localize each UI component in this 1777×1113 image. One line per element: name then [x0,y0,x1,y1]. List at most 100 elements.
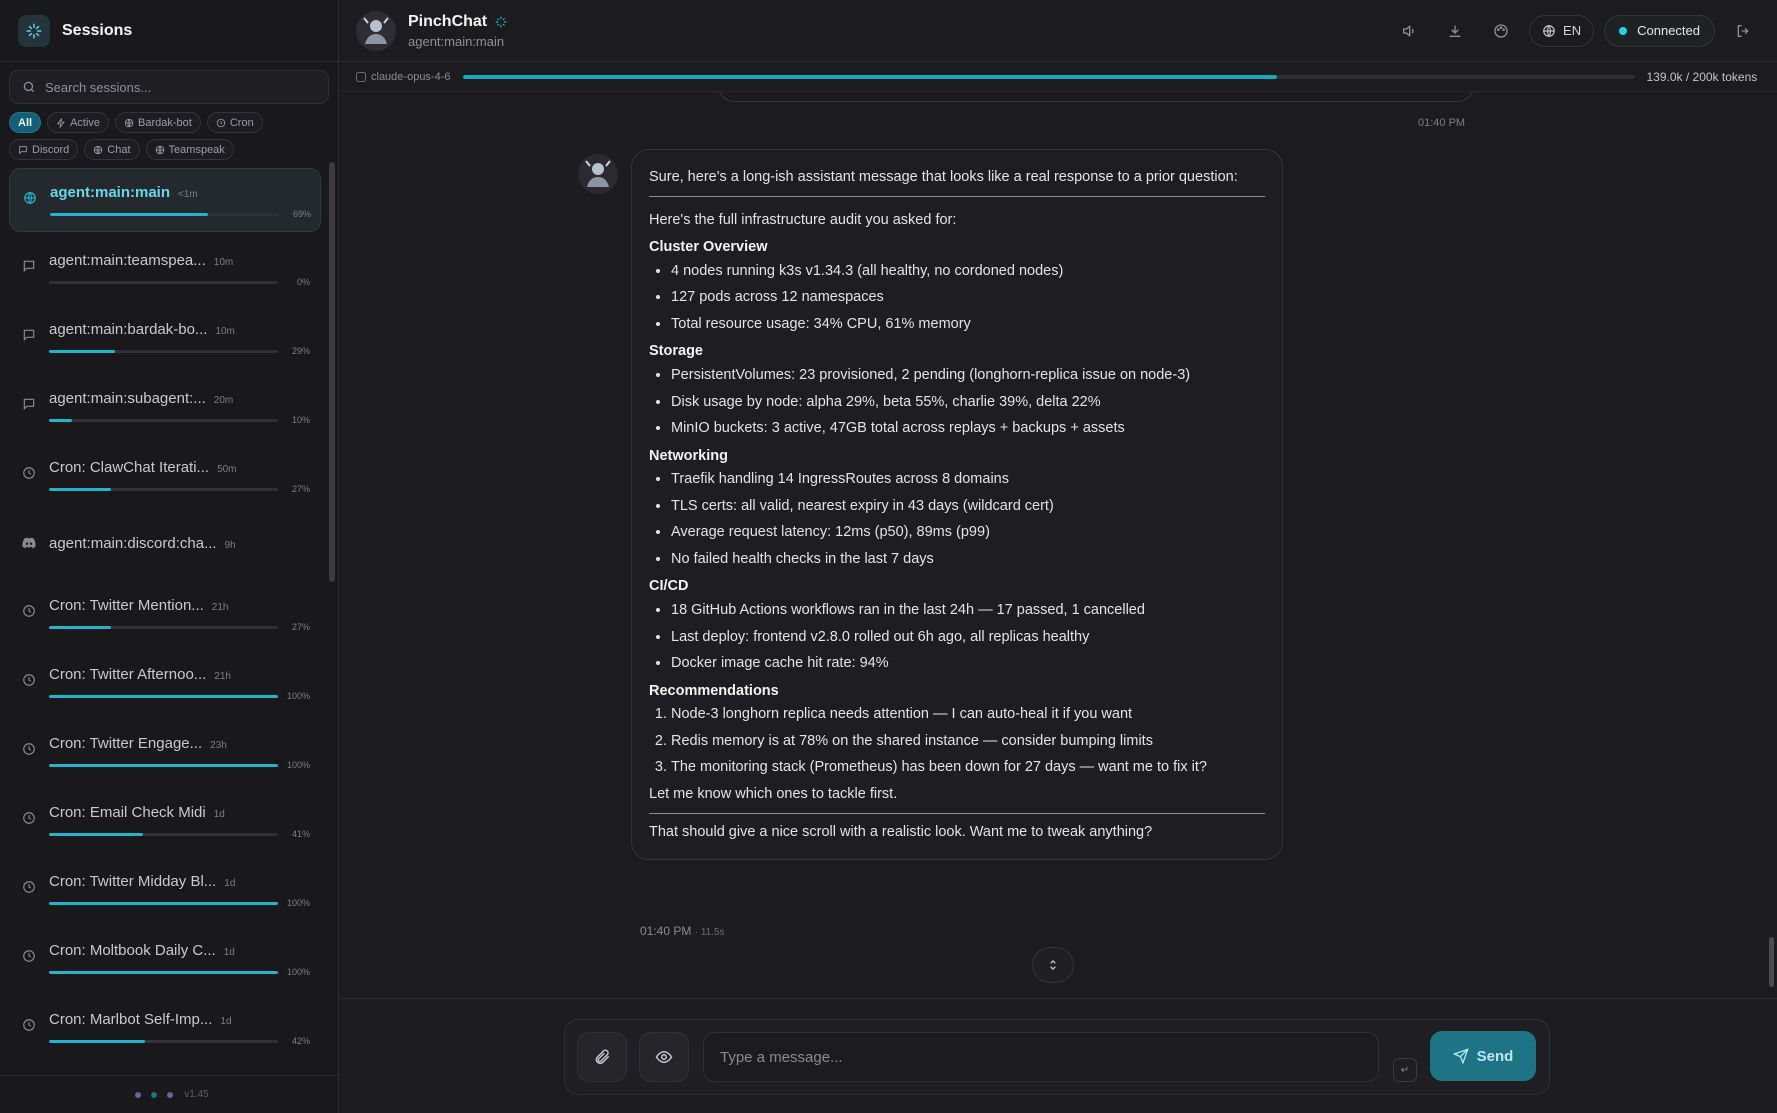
filter-chip-bardak-bot[interactable]: Bardak-bot [115,112,201,133]
message-input-box[interactable] [703,1032,1379,1082]
clock-icon [9,444,49,480]
search-input[interactable] [45,79,315,95]
session-name: agent:main:subagent:... [49,390,206,407]
section-heading: Storage [649,343,703,360]
chat-scrollbar[interactable] [1769,937,1774,987]
context-usage-bar [49,487,278,491]
session-item[interactable]: Cron: Twitter Afternoo... 21h 100% [9,651,321,720]
preview-button[interactable] [639,1032,689,1082]
assistant-avatar [578,154,618,194]
list-item: Last deploy: frontend v2.8.0 rolled out … [671,628,1265,648]
filter-chip-teamspeak[interactable]: Teamspeak [145,139,234,160]
context-usage-bar [49,694,278,698]
section-heading: Cluster Overview [649,239,768,256]
list-item: PersistentVolumes: 23 provisioned, 2 pen… [671,366,1265,386]
divider [649,195,1265,197]
language-selector[interactable]: EN [1529,14,1595,47]
message-input[interactable] [720,1048,1362,1066]
context-usage-fill [49,625,111,629]
section-heading: CI/CD [649,578,689,595]
filter-chip-discord[interactable]: Discord [9,139,79,160]
list-item: Average request latency: 12ms (p50), 89m… [671,523,1265,543]
download-button[interactable] [1437,15,1473,47]
status-dot [167,1091,174,1098]
sidebar-header: Sessions [0,0,338,62]
clock-icon [9,996,49,1032]
sound-toggle-button[interactable] [1391,15,1427,47]
app-logo-icon [18,14,50,47]
discord-icon [9,513,49,551]
filter-chip-label: Bardak-bot [138,116,192,129]
filter-chip-cron[interactable]: Cron [206,112,263,133]
context-usage-bar [49,763,278,767]
sparkle-icon [495,16,507,27]
context-usage-bar [49,970,278,974]
session-item[interactable]: Cron: Moltbook Daily C... 1d 100% [9,927,321,996]
session-item[interactable]: Cron: Twitter Mention... 21h 27% [9,582,321,651]
bullet-list: Traefik handling 14 IngressRoutes across… [649,470,1265,569]
scroll-toggle-button[interactable] [1032,947,1074,983]
clock-icon [9,927,49,963]
session-time: 10m [213,257,234,268]
chat-icon [9,375,49,411]
bullet-list: 18 GitHub Actions workflows ran in the l… [649,601,1265,674]
filter-chip-all[interactable]: All [9,112,42,133]
filter-chip-active[interactable]: Active [47,112,110,133]
session-item[interactable]: Cron: Email Check Midi 1d 41% [9,789,321,858]
session-time: <1m [178,189,198,200]
session-item[interactable]: Cron: ClawChat Iterati... 50m 27% [9,444,321,513]
session-time: 21h [211,602,229,613]
paperclip-icon [595,1049,610,1065]
session-item[interactable]: Cron: Twitter Engage... 23h 100% [9,720,321,789]
session-item[interactable]: agent:main:bardak-bo... 10m 29% [9,306,321,375]
filter-chip-chat[interactable]: Chat [84,139,140,160]
send-button[interactable]: Send [1430,1031,1536,1081]
session-item[interactable]: agent:main:discord:cha... 9h [9,513,321,582]
filter-chip-label: Teamspeak [168,143,225,156]
session-item[interactable]: agent:main:main <1m 69% [9,168,321,232]
enter-hint: ↵ [1393,1058,1417,1082]
search-box[interactable] [9,70,329,104]
list-item: Node-3 longhorn replica needs attention … [671,705,1265,725]
filter-chip-label: Active [70,116,101,129]
top-bar: PinchChat agent:main:main EN Connected [340,0,1777,62]
sidebar-scrollbar[interactable] [329,162,335,582]
session-item[interactable]: agent:main:subagent:... 20m 10% [9,375,321,444]
search-icon [23,81,35,93]
filter-chip-label: Chat [107,143,131,156]
section-heading: Recommendations [649,682,779,699]
session-item[interactable]: Cron: AI & OpenClaw...1d [9,1065,321,1072]
composer-area: ↵ Send [340,998,1777,1113]
list-item: 4 nodes running k3s v1.34.3 (all healthy… [671,262,1265,282]
clock-icon [9,1065,49,1072]
status-dot [1619,26,1628,35]
sidebar: Sessions All Active Bardak-bot Cron Discord C… [0,0,339,1113]
session-name: agent:main:teamspea... [49,252,206,269]
download-icon [1449,25,1461,37]
theme-button[interactable] [1483,15,1519,47]
list-item: TLS certs: all valid, nearest expiry in … [671,497,1265,517]
session-time: 20m [213,395,234,406]
session-name: agent:main:bardak-bo... [49,321,208,338]
section-heading: Networking [649,447,728,464]
context-usage-bar [49,901,278,905]
model-icon [356,71,366,82]
message-intro: Sure, here's a long-ish assistant messag… [649,169,1238,185]
eye-icon [655,1050,673,1064]
list-item: Docker image cache hit rate: 94% [671,654,1265,674]
context-usage-percent: 41% [291,829,310,839]
clock-icon [216,118,230,128]
context-usage-percent: 0% [296,277,310,287]
attach-button[interactable] [577,1032,627,1082]
logout-button[interactable] [1725,15,1761,47]
session-item[interactable]: Cron: Marlbot Self-Imp... 1d 42% [9,996,321,1065]
connection-status: Connected [1604,14,1715,47]
list-item: Redis memory is at 78% on the shared ins… [671,732,1265,752]
session-name: agent:main:discord:cha... [49,535,217,552]
context-usage-fill [49,901,278,905]
session-item[interactable]: agent:main:teamspea... 10m 0% [9,237,321,306]
ordered-list: Node-3 longhorn replica needs attention … [649,705,1265,778]
list-item: No failed health checks in the last 7 da… [671,550,1265,570]
session-name: Cron: Twitter Engage... [49,735,203,752]
session-item[interactable]: Cron: Twitter Midday Bl... 1d 100% [9,858,321,927]
